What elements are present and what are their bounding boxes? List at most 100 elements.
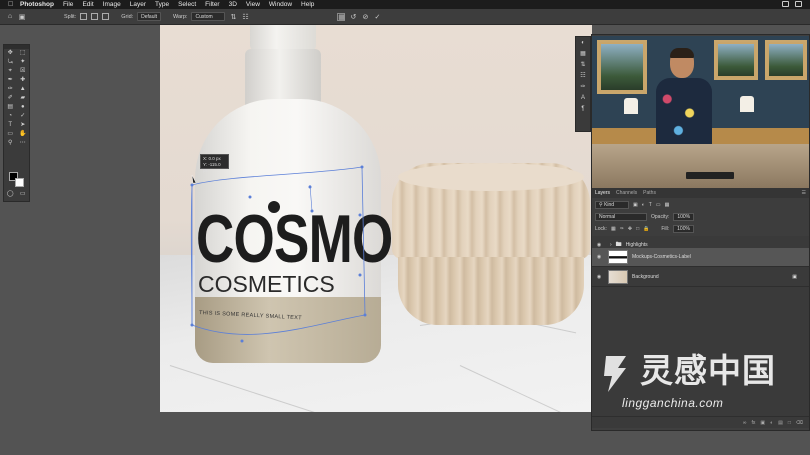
- brush-settings-icon[interactable]: ✑: [576, 81, 590, 92]
- marquee-tool-icon[interactable]: ⬚: [18, 49, 27, 58]
- eraser-icon[interactable]: ▰: [18, 94, 27, 103]
- warp-align-icon[interactable]: ☷: [241, 13, 249, 21]
- menu-window[interactable]: Window: [269, 1, 292, 8]
- layers-panel-tabs: Layers Channels Paths ☰: [592, 188, 809, 198]
- grid-label: Grid:: [121, 13, 134, 20]
- reset-icon[interactable]: ↺: [349, 13, 357, 21]
- menu-filter[interactable]: Filter: [205, 1, 219, 8]
- adjustments-panel-icon[interactable]: ⇅: [576, 59, 590, 70]
- menu-file[interactable]: File: [63, 1, 73, 8]
- quick-mask-icon[interactable]: ◯: [6, 190, 15, 199]
- kind-filter-dropdown[interactable]: ⚲ Kind: [595, 201, 629, 209]
- menu-image[interactable]: Image: [103, 1, 121, 8]
- tab-layers[interactable]: Layers: [595, 190, 610, 196]
- lock-icon: ▣: [792, 274, 797, 280]
- dodge-tool-icon[interactable]: ◔: [6, 112, 15, 121]
- brush-tool-icon[interactable]: ✑: [6, 85, 15, 94]
- crop-tool-icon[interactable]: ⌖: [6, 67, 15, 76]
- visibility-eye-icon[interactable]: ◉: [594, 254, 604, 260]
- layer-row-background[interactable]: ◉ Background ▣: [592, 268, 809, 287]
- split-label: Split:: [64, 13, 77, 20]
- cancel-transform-icon[interactable]: ⊘: [361, 13, 369, 21]
- lock-all-icon[interactable]: 🔒: [643, 226, 649, 232]
- split-cross-icon[interactable]: [80, 13, 88, 20]
- menu-3d[interactable]: 3D: [229, 1, 237, 8]
- shape-tool-icon[interactable]: ▭: [6, 130, 15, 139]
- menu-type[interactable]: Type: [155, 1, 169, 8]
- more-tools-icon[interactable]: ⋯: [18, 139, 27, 148]
- blend-mode-dropdown[interactable]: Normal: [595, 213, 647, 221]
- new-group-icon[interactable]: ▤: [778, 420, 783, 426]
- magic-wand-icon[interactable]: ✦: [18, 58, 27, 67]
- link-layers-icon[interactable]: ∞: [743, 420, 747, 426]
- tooltip-y: Y: -115.0 px: [203, 162, 221, 173]
- menu-app[interactable]: Photoshop: [20, 1, 54, 8]
- screen-mode-icon[interactable]: ▭: [18, 190, 27, 199]
- tab-channels[interactable]: Channels: [616, 190, 637, 196]
- new-layer-icon[interactable]: □: [788, 420, 791, 426]
- filter-type-icon[interactable]: T: [649, 202, 652, 208]
- swatches-panel-icon[interactable]: ▦: [576, 48, 590, 59]
- menu-edit[interactable]: Edit: [82, 1, 93, 8]
- home-icon[interactable]: ⌂: [6, 13, 14, 21]
- panel-menu-icon[interactable]: ☰: [802, 190, 806, 196]
- history-brush-icon[interactable]: ✐: [6, 94, 15, 103]
- watermark: 灵感中国 lingganchina.com: [596, 352, 796, 414]
- opacity-input[interactable]: 100%: [673, 213, 695, 221]
- watermark-text: 灵感中国: [640, 351, 776, 390]
- lock-position-icon[interactable]: ✥: [628, 226, 632, 232]
- blur-tool-icon[interactable]: ●: [18, 103, 27, 112]
- layer-name: Background: [632, 274, 659, 280]
- layers-footer: ∞ fx ▣ ◐ ▤ □ ⌫: [592, 416, 809, 428]
- lock-transparent-icon[interactable]: ▦: [611, 226, 616, 232]
- menu-layer[interactable]: Layer: [130, 1, 146, 8]
- commit-transform-icon[interactable]: ✓: [373, 13, 381, 21]
- eyedropper-icon[interactable]: ✒: [6, 76, 15, 85]
- add-mask-icon[interactable]: ▣: [760, 420, 765, 426]
- menu-bar:  Photoshop File Edit Image Layer Type S…: [0, 0, 810, 9]
- healing-brush-icon[interactable]: ✚: [18, 76, 27, 85]
- visibility-eye-icon[interactable]: ◉: [594, 274, 604, 280]
- type-tool-icon[interactable]: T: [6, 121, 15, 130]
- adjustment-layer-icon[interactable]: ◐: [770, 420, 773, 426]
- menu-help[interactable]: Help: [301, 1, 314, 8]
- paragraph-panel-icon[interactable]: ¶: [576, 103, 590, 114]
- warp-orientation-icon[interactable]: ⇅: [229, 13, 237, 21]
- delete-layer-icon[interactable]: ⌫: [796, 420, 803, 426]
- clone-stamp-icon[interactable]: ▲: [18, 85, 27, 94]
- split-horizontal-icon[interactable]: [102, 13, 110, 20]
- filter-shape-icon[interactable]: ▭: [656, 202, 661, 208]
- fill-input[interactable]: 100%: [673, 225, 694, 233]
- move-tool-icon[interactable]: ✥: [6, 49, 15, 58]
- hand-tool-icon[interactable]: ✋: [18, 130, 27, 139]
- layer-row-label[interactable]: ◉ Mockups-Cosmetics-Label: [592, 248, 809, 267]
- gradient-tool-icon[interactable]: ▤: [6, 103, 15, 112]
- apple-icon[interactable]: : [8, 1, 14, 8]
- warp-grid-toggle-icon[interactable]: ▦: [337, 12, 346, 21]
- menu-view[interactable]: View: [246, 1, 260, 8]
- pen-tool-icon[interactable]: ✓: [18, 112, 27, 121]
- fx-icon[interactable]: fx: [752, 420, 756, 426]
- frame-tool-icon[interactable]: ☒: [18, 67, 27, 76]
- layer-thumbnail: [608, 250, 628, 264]
- color-panel-icon[interactable]: ◐: [576, 37, 590, 48]
- lock-image-icon[interactable]: ✑: [620, 226, 624, 232]
- libraries-panel-icon[interactable]: ☷: [576, 70, 590, 81]
- split-vertical-icon[interactable]: [91, 13, 99, 20]
- filter-smart-icon[interactable]: ▦: [665, 202, 670, 208]
- grid-dropdown[interactable]: Default: [137, 12, 161, 21]
- filter-pixel-icon[interactable]: ▣: [633, 202, 638, 208]
- menu-select[interactable]: Select: [178, 1, 196, 8]
- character-panel-icon[interactable]: A: [576, 92, 590, 103]
- document-canvas[interactable]: COSMO COSMETICS THIS IS SOME REALLY SMAL…: [160, 25, 592, 412]
- lasso-tool-icon[interactable]: ⤿: [6, 58, 15, 67]
- lock-artboard-icon[interactable]: □: [636, 226, 639, 232]
- filter-adjust-icon[interactable]: ◐: [642, 202, 645, 208]
- background-color-swatch[interactable]: [15, 178, 24, 187]
- warp-dropdown[interactable]: Custom: [191, 12, 226, 21]
- path-select-icon[interactable]: ➤: [18, 121, 27, 130]
- warp-grid-overlay[interactable]: [160, 25, 592, 412]
- zoom-tool-icon[interactable]: ⚲: [6, 139, 15, 148]
- tab-paths[interactable]: Paths: [643, 190, 656, 196]
- transform-tool-icon[interactable]: ▣: [18, 13, 26, 21]
